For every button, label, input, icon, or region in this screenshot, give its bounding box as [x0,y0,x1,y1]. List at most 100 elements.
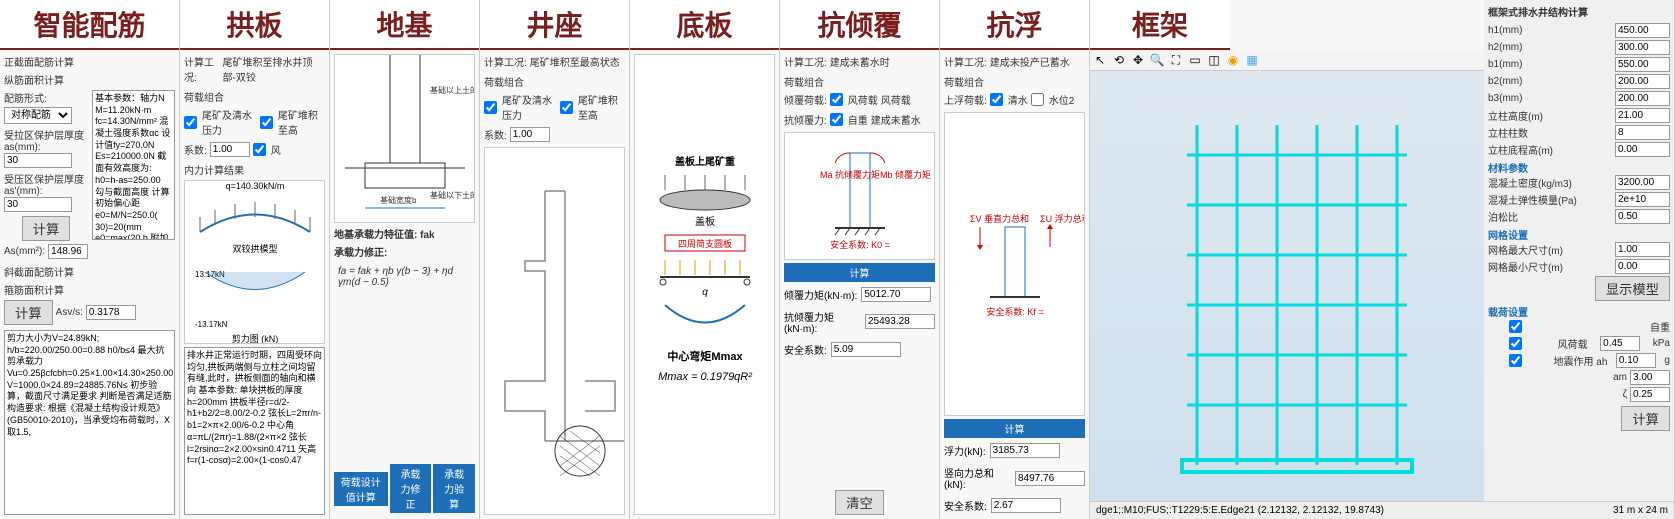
calc-button[interactable]: 计算 [1621,406,1670,431]
state-label: 建成未蓄水 [871,112,921,127]
coef-input[interactable] [210,142,250,157]
overturn-diagram: Ma 抗倾覆力矩 Mb 倾覆力矩 安全系数: K0 = [785,138,934,253]
check-max[interactable] [560,101,573,114]
h1-input[interactable] [1615,23,1670,38]
col-count-input[interactable] [1615,125,1670,140]
mesh-min-input[interactable] [1615,259,1670,274]
tab-foundation[interactable]: 地基 [330,0,479,50]
check-wind[interactable] [830,93,843,106]
calc-button[interactable]: 计算 [22,216,71,241]
seat-diagram [485,181,624,481]
iso-icon[interactable]: ◫ [1206,52,1222,68]
zoom-icon[interactable]: 🔍 [1149,52,1165,68]
asp-input[interactable] [4,197,72,212]
check-label: 地震作用 ah [1554,353,1608,368]
calc-button[interactable]: 计算 [944,419,1085,438]
tab-bottom[interactable]: 底板 [630,0,779,50]
status-bar: dge1;:M10;FUS;:T1229:5:E.Edge21 (2.12132… [1090,501,1674,519]
field-label: 立柱底程高(m) [1488,142,1553,157]
field-label: 网格最大尺寸(m) [1488,242,1563,257]
group-label: 荷载组合 [484,74,625,89]
field-label: 立柱柱数 [1488,125,1528,140]
check-seismic[interactable] [1488,354,1543,367]
front-icon[interactable]: ▭ [1187,52,1203,68]
check-max[interactable] [260,116,273,129]
tab-seat[interactable]: 井座 [480,0,629,50]
tab-frame[interactable]: 框架 [1090,0,1230,50]
case-value: 建成未蓄水时 [830,54,890,69]
b3-input[interactable] [1615,91,1670,106]
col-height-input[interactable] [1615,108,1670,123]
pan-icon[interactable]: ✥ [1130,52,1146,68]
density-input[interactable] [1615,175,1670,190]
field-label: b1(mm) [1488,59,1522,70]
coef-input[interactable] [510,127,550,142]
am-input[interactable] [1630,370,1670,385]
check-tailings[interactable] [184,116,197,129]
field-label: 泊松比 [1488,209,1518,224]
b1-input[interactable] [1615,57,1670,72]
field-label: b2(mm) [1488,76,1522,87]
col-base-input[interactable] [1615,142,1670,157]
rotate-icon[interactable]: ⟲ [1111,52,1127,68]
check-wind[interactable] [253,143,266,156]
field-label: 混凝土弹性模量(Pa) [1488,192,1577,207]
zeta-input[interactable] [1630,387,1670,402]
safety-factor [991,498,1061,513]
field-label: 计算工况: [944,54,987,69]
clear-button[interactable]: 清空 [835,490,884,515]
field-label: h1(mm) [1488,25,1522,36]
b2-input[interactable] [1615,74,1670,89]
wind-input[interactable] [1600,336,1640,351]
overturn-moment [861,287,931,302]
h2-input[interactable] [1615,40,1670,55]
notes-box-2: 剪力大小为V=24.89kN; h/b=220.00/250.00=0.88 h… [4,330,175,515]
calc-button[interactable]: 计算 [4,300,53,325]
fa-label: 承载力修正: [334,244,475,259]
3d-viewport[interactable] [1090,71,1484,519]
case-value: 尾矿堆积至最高状态 [530,54,620,69]
box-icon[interactable]: ▦ [1244,52,1260,68]
poisson-input[interactable] [1615,209,1670,224]
bearing-check-button[interactable]: 承载力验算 [433,464,475,513]
bearing-correct-button[interactable]: 承载力修正 [390,464,432,513]
buoyancy-diagram: ΣV 垂直力总和 ΣU 浮力总和 安全系数: Kf = [945,207,1084,322]
tab-reinforcement[interactable]: 智能配筋 [0,0,179,50]
check-self-weight[interactable] [1488,320,1543,333]
check-label: 自重 [848,112,868,127]
cube-icon[interactable]: ◉ [1225,52,1241,68]
section-mesh: 网格设置 [1488,227,1670,242]
field-label: 受压区保护层厚度as'(mm): [4,171,88,197]
result-label: 竖向力总和(kN): [944,465,1011,491]
svg-text:基础以下土的重度: 基础以下土的重度 [430,190,474,200]
notes-box: 基本参数：轴力N M=11.20kN·m fc=14.30N/mm² 混凝土强度… [92,90,175,240]
section-material: 材料参数 [1488,160,1670,175]
reinforcement-form-select[interactable]: 对称配筋 [4,107,72,124]
modulus-input[interactable] [1615,192,1670,207]
check-wind[interactable] [1488,337,1543,350]
tab-buoyancy[interactable]: 抗浮 [940,0,1089,50]
seismic-input[interactable] [1616,353,1656,368]
check-water2[interactable] [1031,93,1044,106]
calc-button[interactable]: 计算 [784,263,935,282]
status-coords: dge1;:M10;FUS;:T1229:5:E.Edge21 (2.12132… [1096,505,1384,516]
section-title: 纵筋面积计算 [4,72,175,87]
check-self[interactable] [830,113,843,126]
cursor-icon[interactable]: ↖ [1092,52,1108,68]
check-water1[interactable] [990,93,1003,106]
viewer-toolbar: ↖ ⟲ ✥ 🔍 ⛶ ▭ ◫ ◉ ▦ [1090,50,1484,71]
check-label: 清水 [1008,92,1028,107]
field-label: As(mm²): [4,246,45,257]
as-input[interactable] [4,153,72,168]
tab-arch[interactable]: 拱板 [180,0,329,50]
show-model-button[interactable]: 显示模型 [1595,276,1670,301]
check-tailings[interactable] [484,101,497,114]
mesh-max-input[interactable] [1615,242,1670,257]
tab-overturn[interactable]: 抗倾覆 [780,0,939,50]
svg-text:基础宽度b: 基础宽度b [380,195,417,205]
arch-notes: 排水井正常运行时期，四周受环向均匀,拱板两端侧与立柱之间均留有缝,此时，拱板侧面… [184,347,325,515]
load-calc-button[interactable]: 荷载设计值计算 [334,472,388,506]
fit-icon[interactable]: ⛶ [1168,52,1184,68]
unit-label: g [1664,355,1670,366]
field-label: b3(mm) [1488,93,1522,104]
